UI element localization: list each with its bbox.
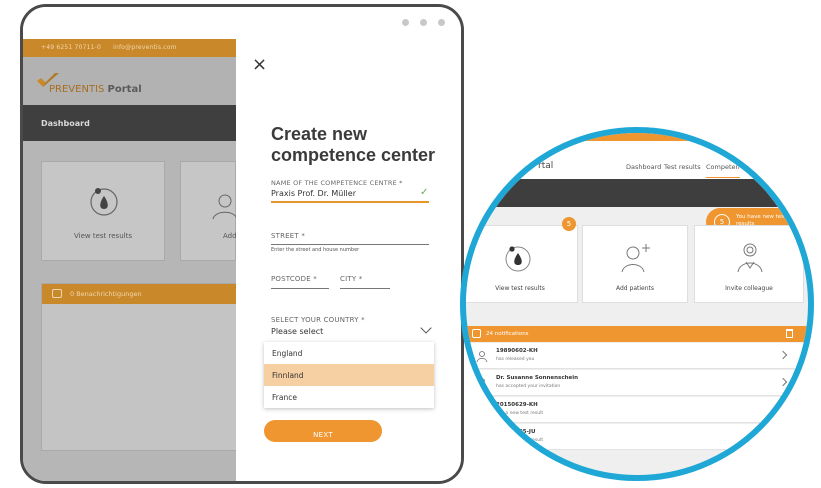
window-dot[interactable] bbox=[402, 19, 409, 26]
dropdown-option-finnland[interactable]: Finnland bbox=[264, 364, 434, 386]
results-count-badge: 5 bbox=[562, 217, 576, 231]
orange-action-button[interactable] bbox=[712, 459, 782, 475]
logo-brand: PREVENTIS bbox=[49, 84, 105, 95]
street-hint: Enter the street and house number bbox=[271, 247, 360, 253]
notification-subtitle: has a new test result bbox=[496, 411, 544, 416]
screenshot-stage: +49 6251 70711-0 info@preventis.com PREV… bbox=[0, 0, 821, 488]
notifications-header: 24 notifications bbox=[466, 326, 808, 342]
name-field-underline bbox=[271, 201, 429, 203]
orange-top-strip bbox=[556, 133, 776, 141]
notifications-label: 0 Benachrichtigungen bbox=[70, 290, 142, 298]
country-field-label: SELECT YOUR COUNTRY * bbox=[271, 316, 365, 324]
next-button[interactable]: NEXT bbox=[264, 420, 382, 442]
dropdown-option-france[interactable]: France bbox=[264, 386, 434, 408]
chevron-down-icon[interactable] bbox=[420, 322, 432, 334]
portal-logo-fragment: rtal bbox=[538, 161, 554, 171]
magnified-dark-bar bbox=[466, 179, 808, 207]
modal-title: Create new competence center bbox=[271, 124, 436, 165]
street-field[interactable] bbox=[271, 244, 429, 245]
close-icon[interactable]: × bbox=[252, 56, 267, 74]
person-icon bbox=[476, 351, 488, 362]
window-dot[interactable] bbox=[438, 19, 445, 26]
add-patients-card[interactable]: Add patients bbox=[582, 225, 688, 303]
postcode-field[interactable] bbox=[271, 288, 329, 289]
doctor-icon bbox=[476, 378, 488, 389]
email-address: info@preventis.com bbox=[113, 44, 177, 51]
window-title-bar bbox=[23, 7, 461, 39]
postcode-field-label: POSTCODE * bbox=[271, 275, 317, 283]
name-field[interactable]: Praxis Prof. Dr. Müller bbox=[271, 189, 356, 198]
nav-test-results[interactable]: Test results bbox=[664, 163, 701, 171]
person-icon bbox=[212, 194, 238, 220]
card-label: Add bbox=[223, 232, 237, 240]
window-dot[interactable] bbox=[420, 19, 427, 26]
add-person-icon bbox=[621, 244, 650, 273]
city-field-label: CITY * bbox=[340, 275, 363, 283]
flask-icon bbox=[90, 188, 118, 216]
notification-title: 19861225-JU bbox=[496, 429, 536, 435]
magnifier-circle: rtal Dashboard Test results Competen 5 Y… bbox=[460, 127, 814, 481]
card-label: Invite colleague bbox=[725, 285, 773, 292]
name-field-label: NAME OF THE COMPETENCE CENTRE * bbox=[271, 179, 403, 187]
invite-colleague-card[interactable]: Invite colleague bbox=[694, 225, 804, 303]
view-test-results-card[interactable]: View test results bbox=[466, 225, 578, 303]
flask-icon bbox=[476, 404, 488, 416]
card-label: View test results bbox=[74, 232, 132, 240]
notification-title: 20150629-KH bbox=[496, 402, 538, 408]
notification-subtitle: has a new test result bbox=[496, 438, 544, 443]
magnified-dashboard: rtal Dashboard Test results Competen 5 Y… bbox=[466, 133, 808, 475]
card-label: View test results bbox=[495, 285, 545, 292]
magnified-nav: rtal Dashboard Test results Competen bbox=[466, 141, 808, 179]
country-select[interactable]: Please select bbox=[271, 327, 323, 336]
logo-text: PREVENTIS Portal bbox=[49, 84, 142, 95]
nav-competence[interactable]: Competen bbox=[706, 163, 740, 178]
phone-number: +49 6251 70711-0 bbox=[41, 44, 102, 51]
country-dropdown: England Finnland France bbox=[264, 342, 434, 408]
logo-product: Portal bbox=[107, 84, 142, 95]
browser-window: +49 6251 70711-0 info@preventis.com PREV… bbox=[20, 4, 464, 484]
add-card-bg: Add bbox=[180, 161, 238, 261]
chevron-right-icon bbox=[778, 377, 788, 387]
notification-icon bbox=[472, 329, 481, 338]
chevron-right-icon bbox=[778, 404, 788, 414]
checkmark-icon: ✓ bbox=[420, 187, 429, 198]
flask-icon bbox=[505, 246, 531, 272]
dropdown-option-england[interactable]: England bbox=[264, 342, 434, 364]
notification-subtitle: has released you bbox=[496, 357, 535, 362]
notification-subtitle: has accepted your invitation bbox=[496, 384, 561, 389]
street-field-label: STREET * bbox=[271, 232, 306, 240]
notifications-count-label: 24 notifications bbox=[486, 331, 529, 337]
window-controls bbox=[402, 19, 445, 26]
card-label: Add patients bbox=[615, 285, 654, 292]
notification-title: 19890602-KH bbox=[496, 348, 538, 354]
view-results-card-bg: View test results bbox=[41, 161, 165, 261]
trash-icon[interactable] bbox=[786, 329, 793, 338]
dashboard-label: Dashboard bbox=[41, 119, 90, 128]
notification-row[interactable]: 19890602-KH has released you bbox=[466, 343, 808, 369]
notification-row[interactable]: 19861225-JU has a new test result bbox=[466, 424, 808, 450]
notification-row[interactable]: Dr. Susanne Sonnenschein has accepted yo… bbox=[466, 370, 808, 396]
doctor-icon bbox=[737, 243, 763, 273]
create-center-modal: × Create new competence center NAME OF T… bbox=[236, 39, 461, 481]
chevron-right-icon bbox=[778, 350, 788, 360]
notification-icon bbox=[52, 289, 62, 298]
notification-row[interactable]: 20150629-KH has a new test result bbox=[466, 397, 808, 423]
notification-title: Dr. Susanne Sonnenschein bbox=[496, 375, 579, 381]
city-field[interactable] bbox=[340, 288, 390, 289]
nav-dashboard[interactable]: Dashboard bbox=[626, 163, 661, 171]
